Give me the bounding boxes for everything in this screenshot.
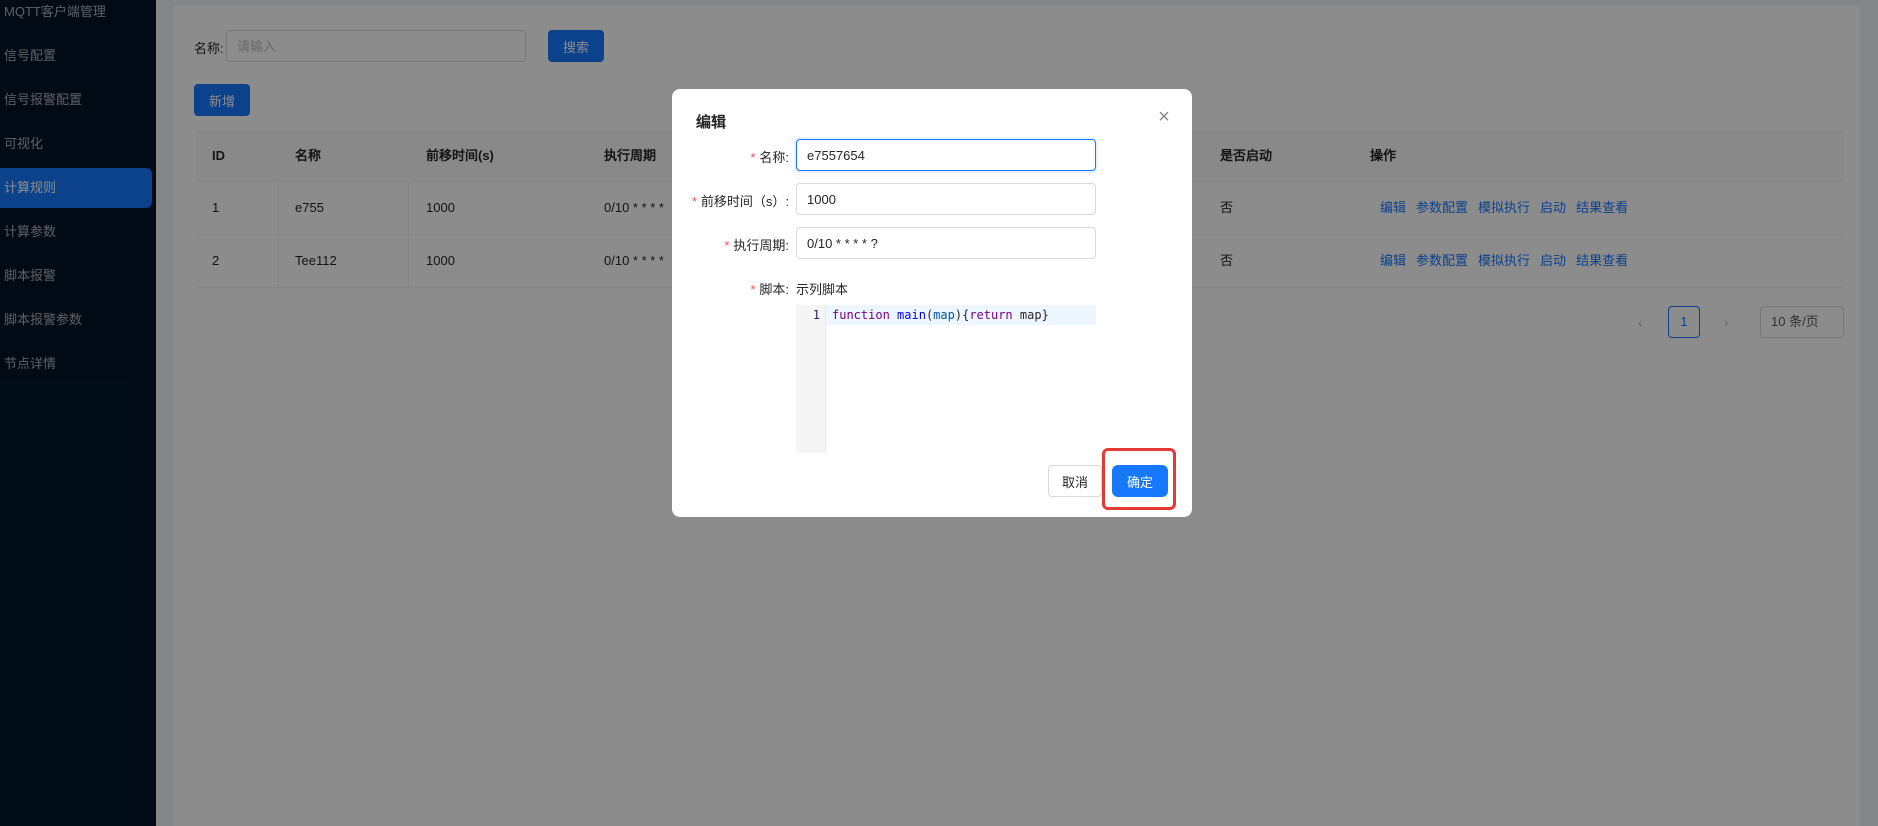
script-example-text: 示列脚本 bbox=[796, 282, 849, 297]
edit-modal: 编辑 × *名称: *前移时间（s）: *执行周期: *脚本: 示列脚本 1 f… bbox=[672, 89, 1192, 517]
shift-input[interactable] bbox=[796, 183, 1096, 215]
modal-title: 编辑 bbox=[696, 114, 727, 131]
shift-field-label: * 前移时间（s）: bbox=[691, 194, 789, 209]
name-input[interactable] bbox=[796, 139, 1096, 171]
cron-field-label: * 执行周期: bbox=[724, 238, 789, 253]
line-number: 1 bbox=[812, 308, 820, 322]
editor-gutter: 1 bbox=[796, 305, 826, 453]
cron-input[interactable] bbox=[796, 227, 1096, 259]
script-field-label: * 脚本: bbox=[750, 282, 789, 297]
close-icon[interactable]: × bbox=[1154, 107, 1174, 127]
code-line[interactable]: function main(map){return map} bbox=[826, 305, 1096, 325]
confirm-button[interactable]: 确定 bbox=[1112, 465, 1168, 497]
name-field-label: * 名称: bbox=[750, 150, 789, 165]
script-editor[interactable]: 1 function main(map){return map} bbox=[796, 305, 1096, 453]
cancel-button[interactable]: 取消 bbox=[1048, 465, 1102, 497]
